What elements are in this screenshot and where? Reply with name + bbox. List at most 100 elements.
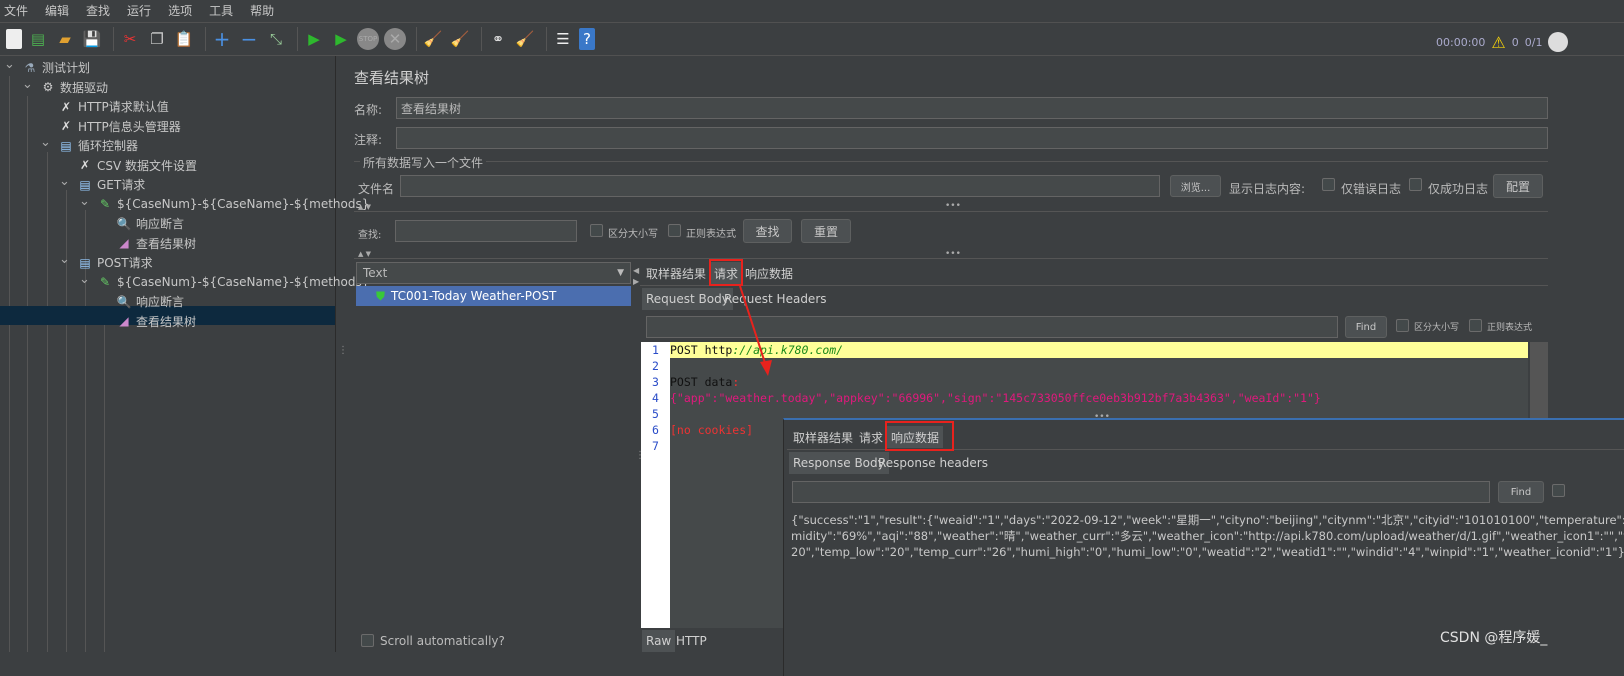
find-button[interactable]: 查找 <box>743 219 792 243</box>
help-icon[interactable]: ? <box>579 28 595 50</box>
copy-icon[interactable]: ❐ <box>146 28 168 50</box>
editor-line-6: [no cookies] <box>670 423 754 437</box>
tree-node[interactable]: ✗ HTTP信息头管理器 <box>58 117 181 136</box>
configure-button[interactable]: 配置 <box>1493 174 1543 198</box>
splitter-handle[interactable]: ••• <box>945 201 961 211</box>
response-case-checkbox[interactable] <box>1552 484 1565 497</box>
response-find-button[interactable]: Find <box>1498 481 1544 503</box>
menu-search[interactable]: 查找 <box>86 2 110 19</box>
result-item-label: TC001-Today Weather-POST <box>391 289 557 303</box>
reset-search-icon[interactable]: 🧹 <box>514 28 536 50</box>
expand-toggle-icon[interactable]: ⌄ <box>40 136 51 149</box>
tree-node[interactable]: ✎ ${CaseNum}-${CaseName}-${methods} <box>97 273 369 292</box>
menu-edit[interactable]: 编辑 <box>45 2 69 19</box>
templates-icon[interactable]: ▤ <box>27 28 49 50</box>
splitter-handle[interactable]: ••• <box>945 249 961 259</box>
shutdown-icon[interactable]: ✕ <box>384 28 406 50</box>
tab-response-data[interactable]: 响应数据 <box>741 262 797 284</box>
result-item[interactable]: ⛊ TC001-Today Weather-POST <box>356 286 631 306</box>
collapse-icon[interactable]: − <box>238 27 260 51</box>
stop-icon[interactable]: STOP <box>357 28 379 50</box>
scroll-auto-checkbox[interactable] <box>361 634 374 647</box>
sampler-icon: ✎ <box>99 197 111 211</box>
warning-icon[interactable]: ⚠ <box>1491 33 1505 52</box>
splitter-handle[interactable]: ⋮ <box>338 345 348 356</box>
reset-button[interactable]: 重置 <box>801 219 851 243</box>
tree-node[interactable]: ▤ POST请求 <box>77 253 153 272</box>
tab-http[interactable]: HTTP <box>672 630 711 652</box>
tree-node[interactable]: ▤ 循环控制器 <box>58 136 138 155</box>
splitter-handle[interactable]: ••• <box>1094 412 1110 422</box>
sampler-icon: ✎ <box>99 275 111 289</box>
annotation-box-response <box>885 421 954 451</box>
expand-toggle-icon[interactable]: ⌄ <box>59 253 70 266</box>
start-icon[interactable]: ▶ <box>303 28 325 50</box>
request-regex-checkbox[interactable] <box>1469 319 1482 332</box>
comment-label: 注释: <box>354 133 383 147</box>
overlay-tab-sampler-result[interactable]: 取样器结果 <box>789 426 857 448</box>
tree-node[interactable]: ✗ HTTP请求默认值 <box>58 97 169 116</box>
search-input[interactable] <box>395 220 577 242</box>
browse-button[interactable]: 浏览... <box>1170 175 1221 197</box>
tree-node[interactable]: ⚗ 测试计划 <box>22 58 90 77</box>
tree-node-label: HTTP请求默认值 <box>78 100 169 114</box>
success-shield-icon: ⛊ <box>376 288 386 303</box>
start-no-pause-icon[interactable]: ▶ <box>330 28 352 50</box>
line-number: 1 <box>652 343 659 357</box>
request-find-button[interactable]: Find <box>1345 316 1387 338</box>
case-sensitive-checkbox[interactable] <box>590 224 603 237</box>
paste-icon[interactable]: 📋 <box>173 28 195 50</box>
split-arrows-icon[interactable]: ▲ ▼ <box>358 250 371 258</box>
function-helper-icon[interactable]: ☰ <box>552 28 574 50</box>
tree-node[interactable]: ◢ 查看结果树 <box>116 234 196 253</box>
tab-sampler-result[interactable]: 取样器结果 <box>642 262 710 284</box>
response-body-text[interactable]: {"success":"1","result":{"weaid":"1","da… <box>791 512 1624 560</box>
expand-toggle-icon[interactable]: ⌄ <box>79 195 90 208</box>
menu-file[interactable]: 文件 <box>4 2 28 19</box>
success-only-label: 仅成功日志 <box>1428 182 1489 196</box>
tree-node[interactable]: ▤ GET请求 <box>77 175 145 194</box>
expand-toggle-icon[interactable]: ⌄ <box>79 273 90 286</box>
clear-icon[interactable]: 🧹 <box>422 28 444 50</box>
regex-checkbox[interactable] <box>668 224 681 237</box>
tree-node[interactable]: ◢ 查看结果树 <box>116 312 196 331</box>
comment-input[interactable] <box>396 127 1548 149</box>
name-input[interactable] <box>396 97 1548 119</box>
cut-icon[interactable]: ✂ <box>119 28 141 50</box>
errors-only-checkbox[interactable] <box>1322 178 1335 191</box>
menu-tools[interactable]: 工具 <box>209 2 233 19</box>
menu-options[interactable]: 选项 <box>168 2 192 19</box>
overlay-tab-request[interactable]: 请求 <box>855 426 887 448</box>
tree-node[interactable]: ✗ CSV 数据文件设置 <box>77 156 197 175</box>
menu-run[interactable]: 运行 <box>127 2 151 19</box>
new-icon[interactable] <box>6 29 22 49</box>
menu-help[interactable]: 帮助 <box>250 2 274 19</box>
split-arrows-icon[interactable]: ▲ ▼ <box>358 203 371 211</box>
success-only-checkbox[interactable] <box>1409 178 1422 191</box>
expand-toggle-icon[interactable]: ⌄ <box>4 58 15 71</box>
remote-icon[interactable] <box>1548 32 1569 52</box>
toggle-icon[interactable]: ⤡ <box>265 28 287 50</box>
expand-toggle-icon[interactable]: ⌄ <box>22 78 33 91</box>
tree-node[interactable]: ⚙ 数据驱动 <box>40 78 108 97</box>
tab-response-headers[interactable]: Response headers <box>874 452 992 474</box>
config-icon: ✗ <box>60 119 72 133</box>
expand-icon[interactable]: + <box>211 27 233 51</box>
response-find-input[interactable] <box>792 481 1490 503</box>
expand-toggle-icon[interactable]: ⌄ <box>59 175 70 188</box>
tree-node-label: POST请求 <box>97 256 153 270</box>
collapse-arrows-icon[interactable]: ◀ ▶ <box>633 265 639 287</box>
tree-node[interactable]: 🔍 响应断言 <box>116 292 185 311</box>
save-icon[interactable]: 💾 <box>81 28 103 50</box>
tree-node[interactable]: ✎ ${CaseNum}-${CaseName}-${methods} <box>97 195 369 214</box>
request-case-checkbox[interactable] <box>1396 319 1409 332</box>
filename-input[interactable] <box>400 175 1160 197</box>
tree-node[interactable]: 🔍 响应断言 <box>116 214 185 233</box>
open-icon[interactable]: ▰ <box>54 28 76 50</box>
search-icon[interactable]: ⚭ <box>487 28 509 50</box>
clear-all-icon[interactable]: 🧹 <box>449 28 471 50</box>
line-number: 6 <box>652 423 659 437</box>
tab-raw[interactable]: Raw <box>642 630 676 652</box>
renderer-select[interactable]: Text ▼ <box>356 262 631 284</box>
controller-icon: ▤ <box>79 177 91 192</box>
